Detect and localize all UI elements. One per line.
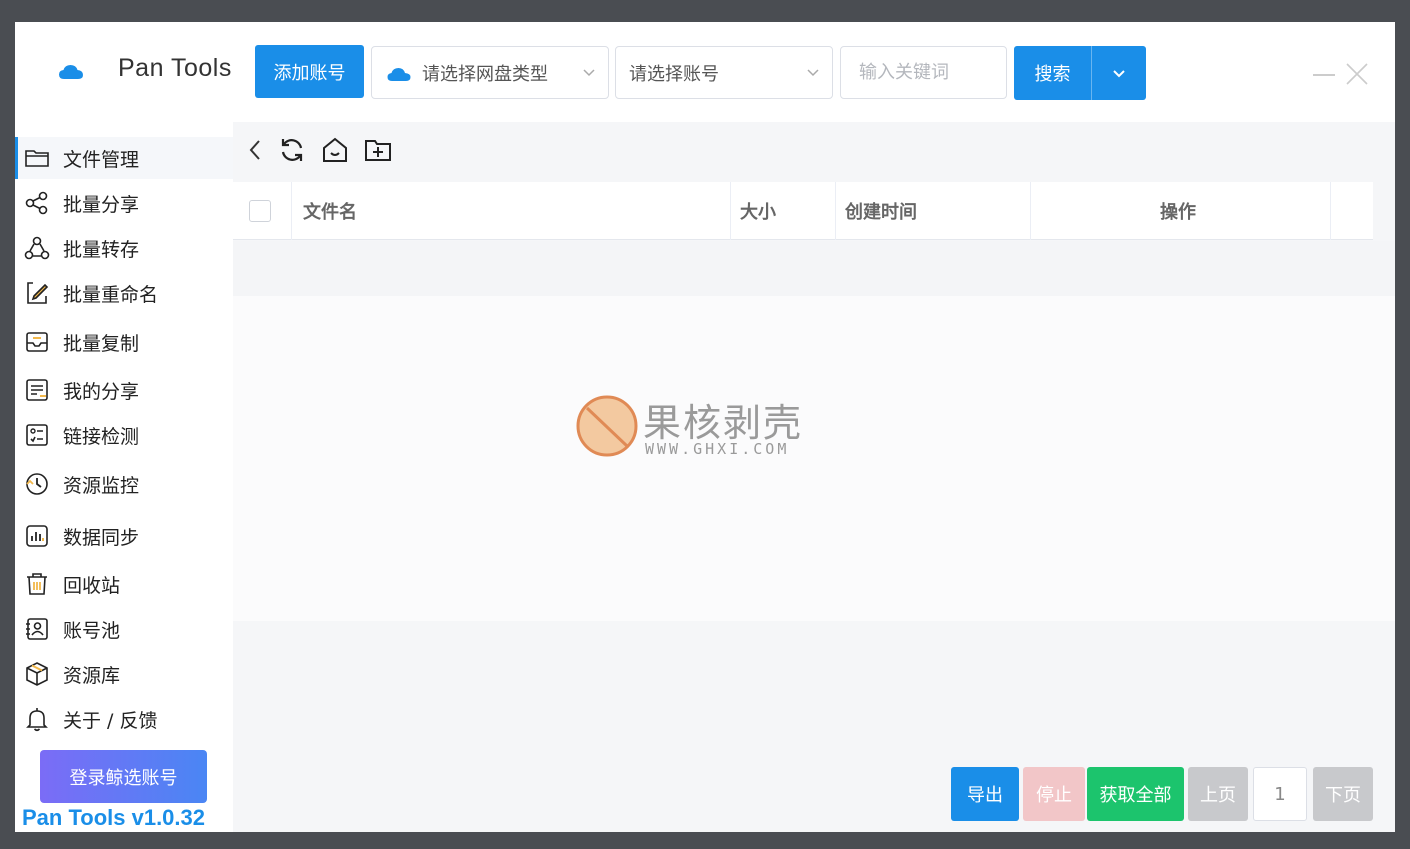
- new-folder-icon[interactable]: [363, 135, 393, 165]
- sidebar-item-label: 关于 / 反馈: [63, 709, 158, 732]
- watermark-text: 果核剥壳: [643, 401, 804, 445]
- trash-icon: [27, 573, 47, 595]
- watermark: 果核剥壳 WWW.GHXI.COM: [575, 392, 855, 464]
- column-divider: [1330, 182, 1331, 240]
- sync-chart-icon: [26, 525, 48, 547]
- watermark-logo-icon: [576, 395, 638, 457]
- sidebar-item-label: 我的分享: [63, 380, 140, 403]
- search-button[interactable]: 搜索: [1014, 46, 1092, 100]
- sidebar-item-label: 批量转存: [63, 238, 140, 261]
- column-divider: [291, 182, 292, 240]
- next-page-button[interactable]: 下页: [1313, 767, 1373, 821]
- bell-icon: [26, 708, 48, 732]
- share-icon: [25, 191, 48, 215]
- sidebar-item-label: 批量重命名: [63, 283, 159, 306]
- sidebar-item-resource-monitor[interactable]: 资源监控: [15, 463, 233, 505]
- stop-button[interactable]: 停止: [1023, 767, 1085, 821]
- keyword-input[interactable]: [840, 46, 1007, 99]
- sidebar-item-batch-share[interactable]: 批量分享: [15, 182, 233, 224]
- column-filename[interactable]: 文件名: [303, 182, 357, 240]
- add-account-button[interactable]: 添加账号: [255, 45, 364, 98]
- sidebar-item-label: 资源库: [63, 664, 121, 687]
- column-created-time[interactable]: 创建时间: [845, 182, 917, 240]
- sidebar-item-label: 链接检测: [63, 425, 140, 448]
- column-actions: 操作: [1160, 202, 1196, 223]
- sidebar-item-account-pool[interactable]: 账号池: [15, 608, 233, 650]
- close-icon[interactable]: [1345, 62, 1369, 86]
- account-placeholder: 请选择账号: [629, 63, 719, 85]
- monitor-icon: [26, 473, 48, 495]
- column-divider: [730, 182, 731, 240]
- sidebar-item-label: 文件管理: [63, 148, 140, 171]
- export-button[interactable]: 导出: [951, 767, 1019, 821]
- back-icon[interactable]: [241, 135, 271, 165]
- cloud-icon: [387, 68, 411, 81]
- sidebar-item-label: 账号池: [63, 619, 121, 642]
- sidebar: 文件管理 批量分享 批量转存 批量重命名 批量复制 我的分享 链接检测 资源监控…: [15, 134, 233, 832]
- prev-page-button[interactable]: 上页: [1188, 767, 1248, 821]
- sidebar-item-link-check[interactable]: 链接检测: [15, 414, 233, 456]
- my-share-icon: [26, 379, 48, 401]
- watermark-url: WWW.GHXI.COM: [645, 440, 790, 458]
- column-size[interactable]: 大小: [740, 182, 776, 240]
- account-select[interactable]: 请选择账号: [615, 46, 833, 99]
- sidebar-item-recycle-bin[interactable]: 回收站: [15, 563, 233, 605]
- disk-type-placeholder: 请选择网盘类型: [422, 63, 548, 85]
- page-number-input[interactable]: 1: [1253, 767, 1307, 821]
- sidebar-item-label: 批量分享: [63, 193, 140, 216]
- transfer-icon: [24, 236, 50, 260]
- toolbar: [233, 122, 1395, 182]
- refresh-icon[interactable]: [277, 135, 307, 165]
- link-check-icon: [26, 424, 48, 446]
- sidebar-item-label: 批量复制: [63, 332, 140, 355]
- sidebar-item-batch-rename[interactable]: 批量重命名: [15, 272, 233, 314]
- package-icon: [26, 662, 48, 686]
- header: Pan Tools 添加账号 请选择网盘类型 请选择账号 搜索: [15, 22, 1395, 120]
- sidebar-item-my-share[interactable]: 我的分享: [15, 369, 233, 411]
- file-table-header: 文件名 大小 创建时间 操作: [233, 182, 1373, 240]
- chevron-down-icon: [583, 69, 595, 77]
- sidebar-item-label: 数据同步: [63, 526, 140, 549]
- chevron-down-icon: [807, 69, 819, 77]
- version-label: Pan Tools v1.0.32: [22, 805, 206, 830]
- rename-icon: [27, 282, 49, 304]
- search-dropdown-button[interactable]: [1092, 46, 1146, 100]
- app-window: Pan Tools 添加账号 请选择网盘类型 请选择账号 搜索: [15, 22, 1395, 832]
- sidebar-item-data-sync[interactable]: 数据同步: [15, 515, 233, 557]
- table-row-band: [233, 241, 1395, 296]
- sidebar-item-batch-copy[interactable]: 批量复制: [15, 321, 233, 363]
- cloud-logo-icon: [59, 65, 83, 79]
- chevron-down-icon: [1113, 70, 1125, 78]
- account-pool-icon: [26, 618, 48, 640]
- sidebar-item-batch-transfer[interactable]: 批量转存: [15, 227, 233, 269]
- file-manager-panel: 文件名 大小 创建时间 操作 果核剥壳 WWW.GHXI.COM 导出 停止 获…: [233, 122, 1395, 832]
- select-all-checkbox[interactable]: [249, 200, 271, 222]
- folder-icon: [25, 150, 49, 167]
- sidebar-item-label: 资源监控: [63, 474, 140, 497]
- sidebar-item-file-manage[interactable]: 文件管理: [15, 137, 233, 179]
- minimize-button[interactable]: [1313, 74, 1335, 76]
- search-button-group: 搜索: [1014, 46, 1146, 100]
- login-whale-account-button[interactable]: 登录鲸选账号: [40, 750, 207, 803]
- sidebar-item-resource-library[interactable]: 资源库: [15, 653, 233, 695]
- disk-type-select[interactable]: 请选择网盘类型: [371, 46, 609, 99]
- app-title: Pan Tools: [118, 54, 232, 82]
- sidebar-item-about-feedback[interactable]: 关于 / 反馈: [15, 698, 233, 740]
- sidebar-item-label: 回收站: [63, 574, 121, 597]
- column-divider: [835, 182, 836, 240]
- get-all-button[interactable]: 获取全部: [1087, 767, 1184, 821]
- copy-icon: [26, 332, 48, 352]
- column-divider: [1030, 182, 1031, 240]
- home-icon[interactable]: [320, 135, 350, 165]
